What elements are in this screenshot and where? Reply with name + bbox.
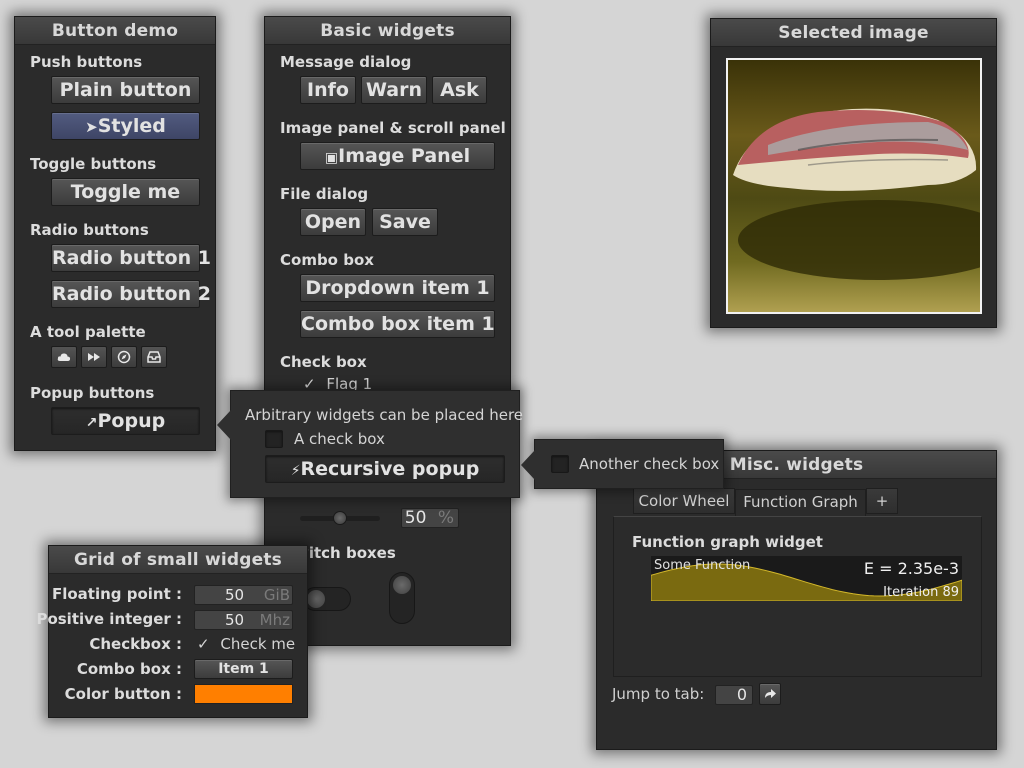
slider-unit: % bbox=[437, 508, 454, 528]
info-button[interactable]: Info bbox=[300, 76, 356, 104]
rocket-icon: ➤ bbox=[85, 118, 98, 136]
ask-button[interactable]: Ask bbox=[432, 76, 487, 104]
cloud-tool-button[interactable] bbox=[51, 346, 77, 368]
selected-image bbox=[726, 58, 982, 314]
floating-point-value: 50 bbox=[225, 586, 245, 604]
share-icon: ↗ bbox=[85, 415, 98, 431]
window-title[interactable]: Selected image bbox=[711, 19, 996, 47]
another-checkbox[interactable] bbox=[551, 455, 569, 473]
popup-checkbox[interactable] bbox=[265, 430, 283, 448]
slider-track[interactable] bbox=[300, 511, 380, 525]
image-panel-label: Image panel & scroll panel bbox=[280, 119, 506, 137]
switch-knob bbox=[307, 590, 325, 608]
radio-buttons-label: Radio buttons bbox=[30, 221, 149, 239]
popup-arrow bbox=[217, 410, 231, 440]
message-dialog-label: Message dialog bbox=[280, 53, 412, 71]
slider-knob[interactable] bbox=[333, 511, 347, 525]
compass-tool-button[interactable] bbox=[111, 346, 137, 368]
graph-footer: Iteration 89 bbox=[883, 585, 959, 600]
positive-integer-label: Positive integer : bbox=[36, 610, 182, 628]
graph-caption: Some Function bbox=[654, 558, 751, 573]
combo-box-row-label: Combo box : bbox=[76, 660, 182, 678]
positive-integer-input[interactable]: 50 Mhz bbox=[194, 610, 293, 630]
nested-popup-arrow bbox=[521, 450, 535, 480]
combo-box-label: Combo box bbox=[280, 251, 374, 269]
dropdown-button[interactable]: Dropdown item 1 bbox=[300, 274, 495, 302]
color-button-label: Color button : bbox=[64, 685, 182, 703]
horizontal-switch[interactable] bbox=[303, 587, 351, 611]
window-title[interactable]: Button demo bbox=[15, 17, 215, 45]
popup-button-label: Popup bbox=[97, 410, 166, 432]
inbox-tool-button[interactable] bbox=[141, 346, 167, 368]
floating-point-input[interactable]: 50 GiB bbox=[194, 585, 293, 605]
fast-forward-tool-button[interactable] bbox=[81, 346, 107, 368]
slider-value: 50 bbox=[404, 508, 427, 528]
positive-integer-unit: Mhz bbox=[259, 611, 290, 629]
jump-button[interactable] bbox=[759, 683, 781, 705]
inbox-icon bbox=[147, 351, 161, 363]
checkbox-row-label: Checkbox : bbox=[89, 635, 182, 653]
graph-header: E = 2.35e-3 bbox=[863, 559, 959, 578]
check-me-label: Check me bbox=[220, 635, 296, 653]
tab-function-graph[interactable]: Function Graph bbox=[735, 489, 866, 517]
popup-button[interactable]: ↗Popup bbox=[51, 407, 200, 435]
radio-button-1[interactable]: Radio button 1 bbox=[51, 244, 211, 272]
switch-knob bbox=[393, 576, 411, 594]
slider-value-box[interactable]: 50 % bbox=[401, 508, 459, 528]
popup-text: Arbitrary widgets can be placed here bbox=[245, 406, 524, 424]
another-checkbox-label: Another check box bbox=[579, 455, 720, 473]
combo-box[interactable]: Combo box item 1 bbox=[300, 310, 495, 338]
function-graph: Some Function E = 2.35e-3 Iteration 89 bbox=[651, 556, 962, 601]
positive-integer-value: 50 bbox=[225, 611, 245, 629]
tool-palette-label: A tool palette bbox=[30, 323, 146, 341]
sushi-image bbox=[733, 108, 980, 280]
save-button[interactable]: Save bbox=[372, 208, 438, 236]
check-box-label: Check box bbox=[280, 353, 367, 371]
image-panel-button-label: Image Panel bbox=[338, 145, 471, 167]
cloud-icon bbox=[57, 353, 71, 361]
styled-button-label: Styled bbox=[97, 115, 166, 137]
floating-point-unit: GiB bbox=[263, 586, 290, 604]
vertical-switch[interactable] bbox=[389, 572, 415, 624]
misc-widgets-window: Misc. widgets Color Wheel Function Graph… bbox=[596, 450, 997, 750]
compass-icon bbox=[117, 350, 131, 364]
switch-boxes-label: witch boxes bbox=[295, 544, 396, 562]
button-demo-window: Button demo Push buttons Plain button ➤S… bbox=[14, 16, 216, 451]
popup-checkbox-label: A check box bbox=[294, 430, 385, 448]
file-dialog-label: File dialog bbox=[280, 185, 369, 203]
jump-to-tab-input[interactable]: 0 bbox=[715, 685, 753, 705]
popup-panel: Arbitrary widgets can be placed here A c… bbox=[217, 390, 524, 498]
tab-add[interactable]: + bbox=[866, 488, 898, 514]
folder-icon: ▣ bbox=[324, 150, 339, 166]
bolt-icon: ⚡ bbox=[290, 463, 301, 479]
color-button[interactable] bbox=[194, 684, 293, 704]
toggle-button[interactable]: Toggle me bbox=[51, 178, 200, 206]
window-title[interactable]: Grid of small widgets bbox=[49, 546, 307, 574]
arrow-right-icon bbox=[765, 689, 776, 698]
grid-combo-box[interactable]: Item 1 bbox=[194, 659, 293, 679]
radio-button-2[interactable]: Radio button 2 bbox=[51, 280, 211, 308]
push-buttons-label: Push buttons bbox=[30, 53, 143, 71]
image-panel-button[interactable]: ▣Image Panel bbox=[300, 142, 495, 170]
open-button[interactable]: Open bbox=[300, 208, 366, 236]
warn-button[interactable]: Warn bbox=[361, 76, 427, 104]
fast-forward-icon bbox=[88, 353, 100, 361]
recursive-popup-label: Recursive popup bbox=[300, 458, 480, 480]
nested-popup-panel: Another check box bbox=[521, 439, 724, 489]
popup-buttons-label: Popup buttons bbox=[30, 384, 155, 402]
check-me-checkbox[interactable]: ✓ Check me bbox=[197, 635, 295, 653]
check-icon: ✓ bbox=[197, 635, 210, 653]
selected-image-window: Selected image bbox=[710, 18, 997, 328]
styled-button[interactable]: ➤Styled bbox=[51, 112, 200, 140]
floating-point-label: Floating point : bbox=[51, 585, 182, 603]
grid-widgets-window: Grid of small widgets Floating point : 5… bbox=[36, 545, 308, 718]
tab-color-wheel[interactable]: Color Wheel bbox=[633, 488, 735, 514]
plain-button[interactable]: Plain button bbox=[51, 76, 200, 104]
graph-title: Function graph widget bbox=[632, 533, 823, 551]
jump-to-tab-label: Jump to tab: bbox=[612, 685, 705, 703]
recursive-popup-button[interactable]: ⚡Recursive popup bbox=[265, 455, 505, 483]
toggle-buttons-label: Toggle buttons bbox=[30, 155, 157, 173]
window-title[interactable]: Basic widgets bbox=[265, 17, 510, 45]
